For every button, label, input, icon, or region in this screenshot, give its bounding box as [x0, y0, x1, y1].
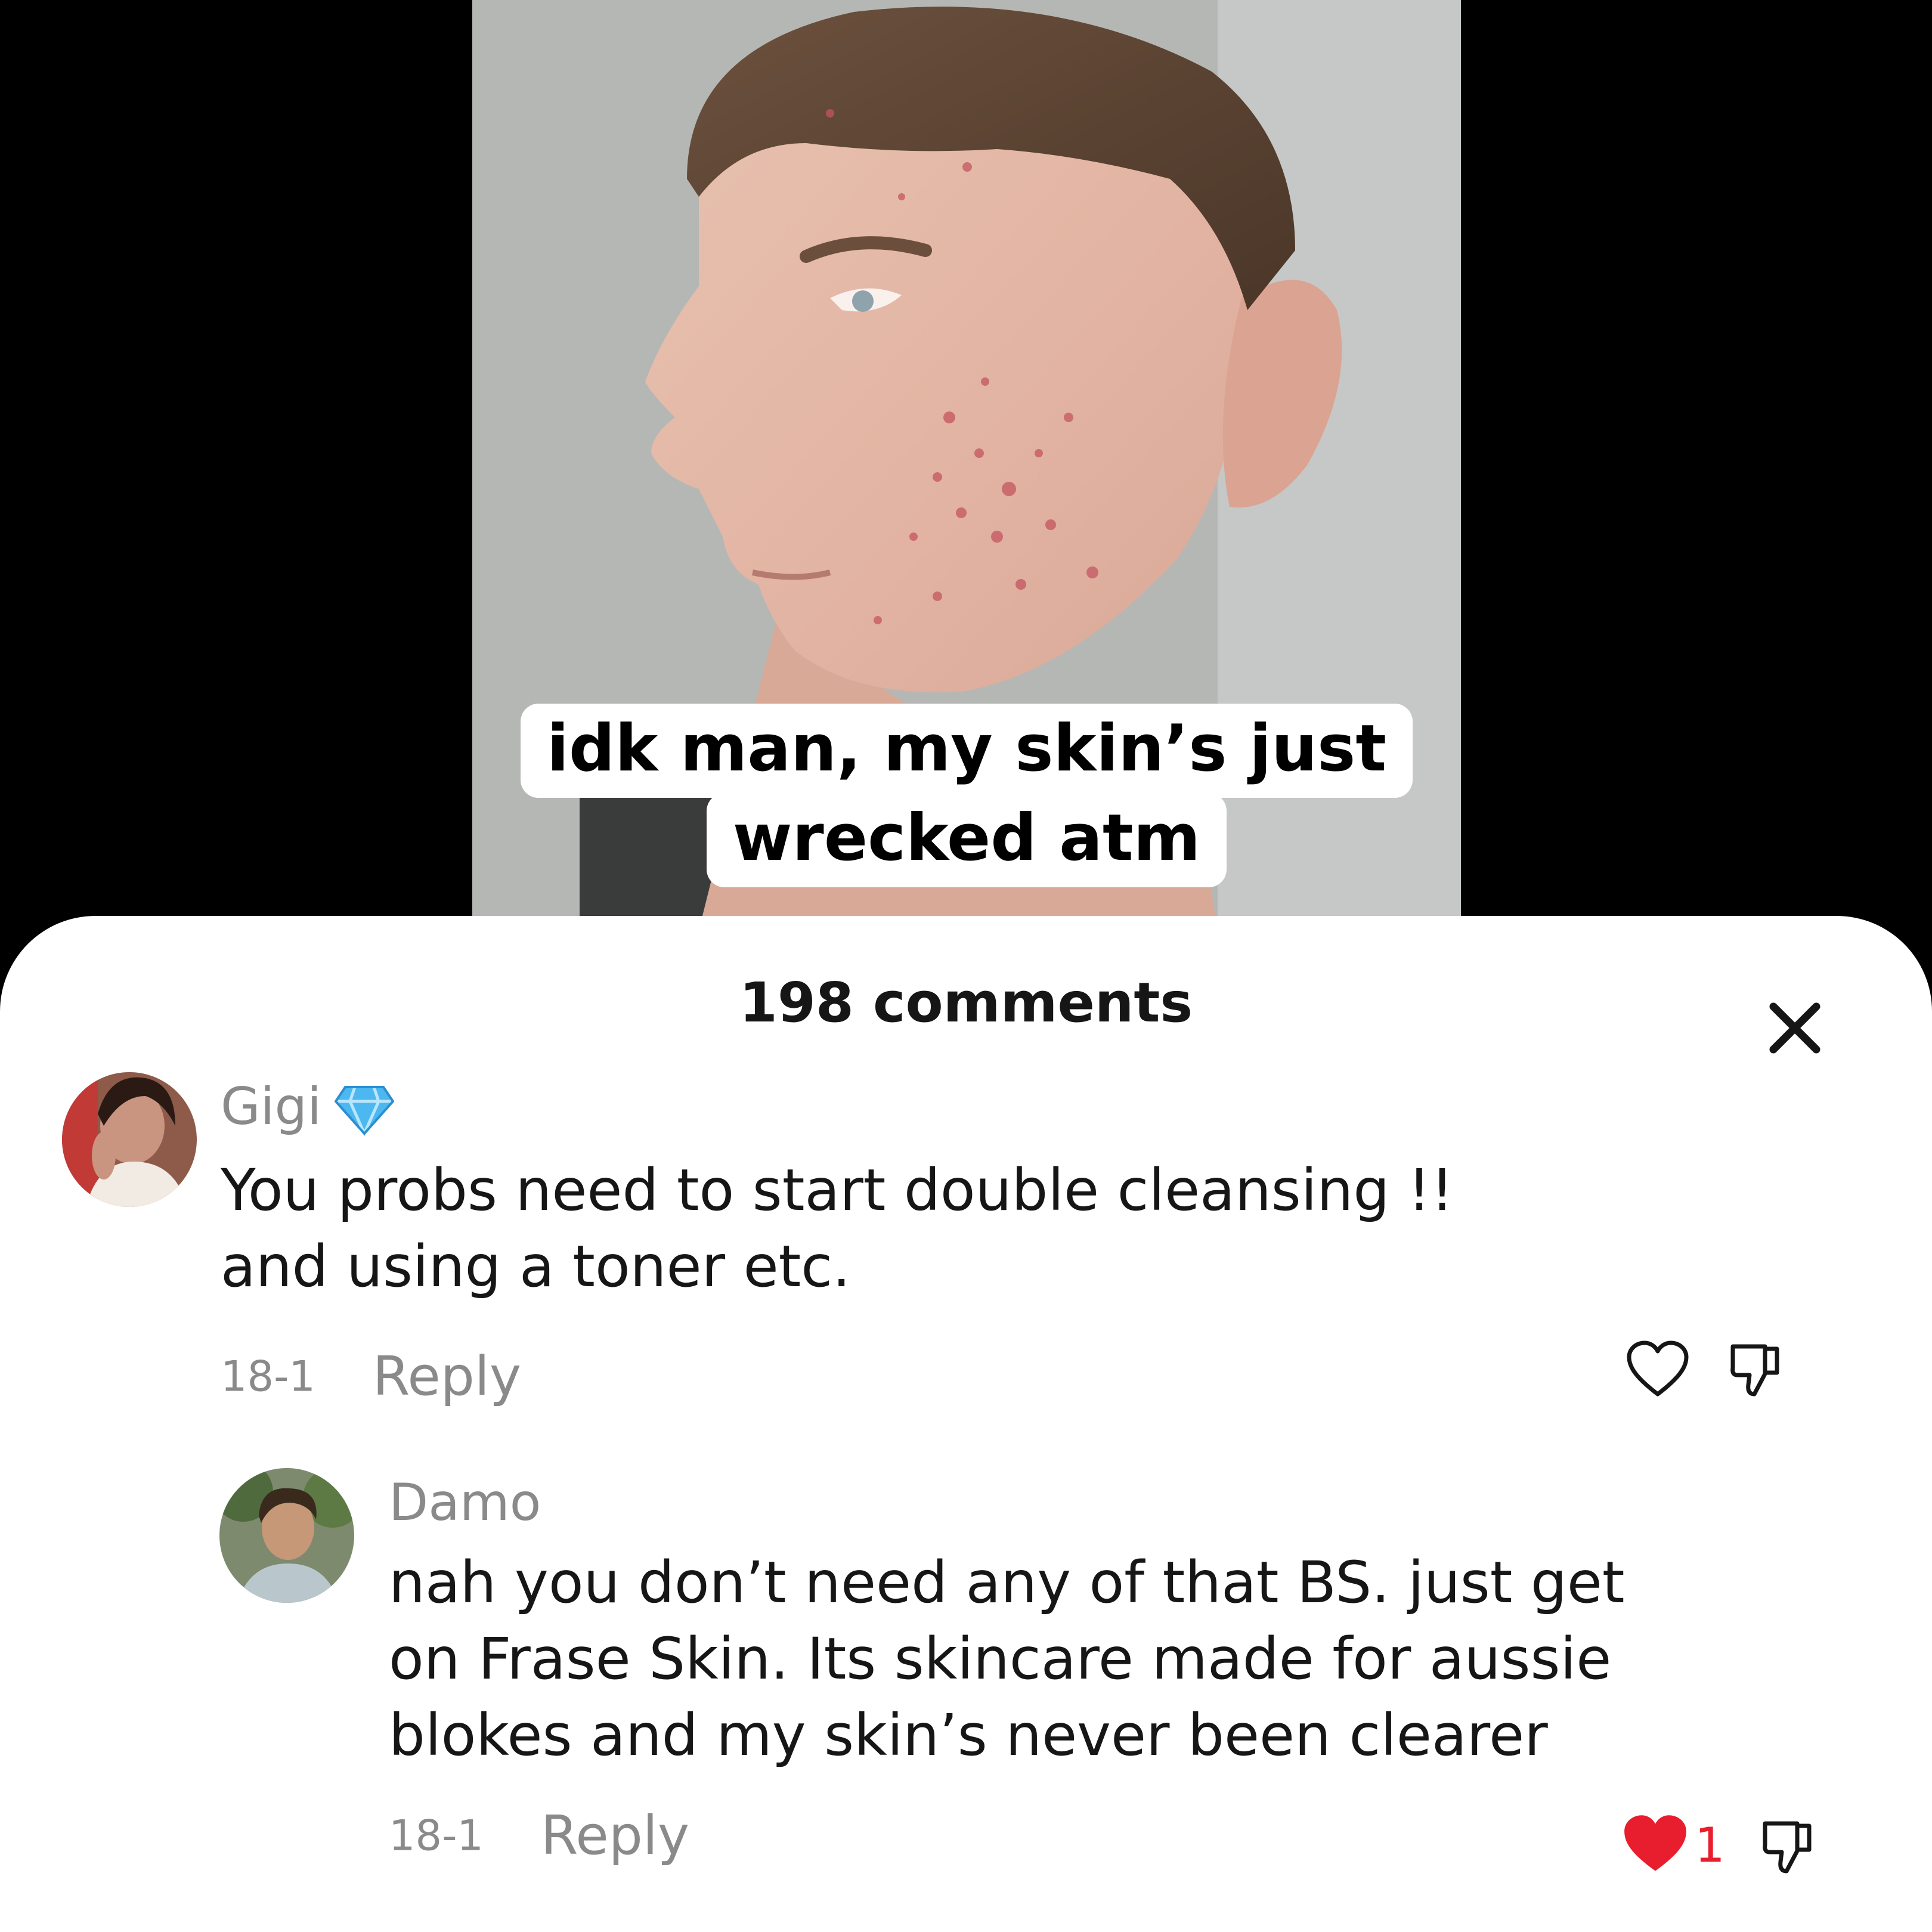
avatar[interactable]: [219, 1468, 354, 1603]
heart-filled-icon: [1624, 1815, 1686, 1871]
comment-meta: 18-1 Reply: [389, 1804, 689, 1867]
comment-username[interactable]: Damo: [389, 1473, 541, 1532]
comment-date: 18-1: [389, 1811, 484, 1860]
caption-line: idk man, my skin’s just: [521, 704, 1413, 798]
video-caption: idk man, my skin’s just wrecked atm: [472, 704, 1461, 888]
reply-comment-item: Damo nah you don’t need any of that BS. …: [0, 916, 1932, 1932]
comments-sheet: 198 comments Gigi You probs need to star…: [0, 916, 1932, 1932]
comment-text: nah you don’t need any of that BS. just …: [389, 1549, 1625, 1769]
reply-button[interactable]: Reply: [541, 1804, 689, 1867]
caption-line: wrecked atm: [706, 793, 1227, 888]
dislike-button[interactable]: [1760, 1818, 1814, 1877]
like-count: 1: [1695, 1818, 1725, 1873]
like-button[interactable]: [1622, 1814, 1693, 1876]
thumbs-down-icon: [1763, 1821, 1812, 1874]
